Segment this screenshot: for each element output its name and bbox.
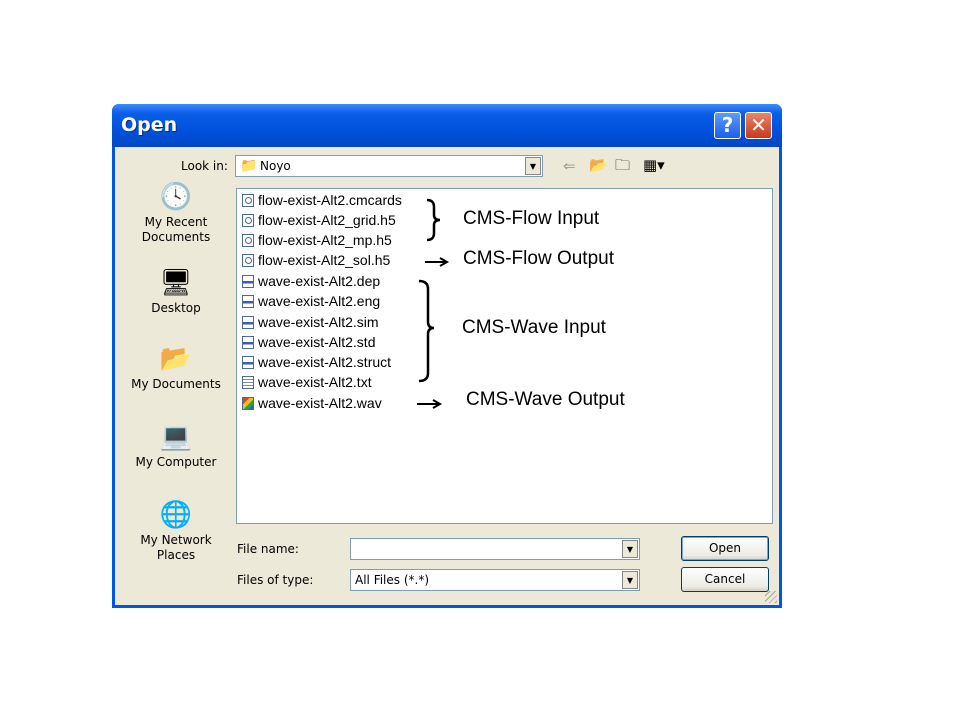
title-bar[interactable]: Open ? ✕ xyxy=(112,104,782,147)
back-icon[interactable]: ⇐ xyxy=(563,157,576,175)
look-in-dropdown-button[interactable]: ▼ xyxy=(525,157,541,175)
file-list[interactable]: flow-exist-Alt2.cmcards flow-exist-Alt2_… xyxy=(236,188,773,524)
file-name-label: File name: xyxy=(237,542,299,556)
file-type-select[interactable]: All Files (*.*) ▼ xyxy=(350,569,640,591)
file-type-label: Files of type: xyxy=(237,573,314,587)
open-dialog: Open ? ✕ Look in: Noyo 📁 ▼ ⇐ 📂 🗀 ▦▾ 🕓 My… xyxy=(112,104,782,608)
look-in-combo[interactable]: Noyo 📁 ▼ xyxy=(235,155,543,177)
place-my-documents[interactable]: 📂 My Documents xyxy=(126,343,226,392)
file-name-input[interactable]: ▼ xyxy=(350,538,640,560)
place-desktop[interactable]: 🖥 Desktop xyxy=(126,267,226,316)
new-folder-icon[interactable]: 🗀 xyxy=(615,156,630,174)
annotation-marks xyxy=(417,198,450,409)
wave-input-annotation: CMS-Wave Input xyxy=(462,317,606,338)
look-in-value: Noyo xyxy=(260,159,291,173)
place-label: My Recent Documents xyxy=(141,215,211,244)
dialog-client-area: Look in: Noyo 📁 ▼ ⇐ 📂 🗀 ▦▾ 🕓 My Recent D… xyxy=(115,147,779,605)
flow-input-brace xyxy=(426,198,441,242)
desktop-icon: 🖥 xyxy=(159,268,193,298)
recent-documents-icon: 🕓 xyxy=(159,182,193,212)
folder-icon: 📁 xyxy=(240,158,258,174)
file-type-dropdown-button[interactable]: ▼ xyxy=(622,571,638,589)
wave-output-annotation: CMS-Wave Output xyxy=(466,389,625,410)
flow-output-annotation: CMS-Flow Output xyxy=(463,248,614,269)
my-documents-icon: 📂 xyxy=(159,344,193,374)
place-label: My Documents xyxy=(131,377,221,391)
network-places-icon: 🌐 xyxy=(159,500,193,530)
place-label: My Computer xyxy=(135,455,217,469)
my-computer-icon: 💻 xyxy=(159,422,193,452)
up-folder-icon[interactable]: 📂 xyxy=(589,156,608,174)
file-name-dropdown-button[interactable]: ▼ xyxy=(622,540,638,558)
look-in-label: Look in: xyxy=(181,159,228,173)
place-my-computer[interactable]: 💻 My Computer xyxy=(126,421,226,470)
flow-output-arrow xyxy=(425,257,450,267)
help-button[interactable]: ? xyxy=(714,112,741,139)
place-network-places[interactable]: 🌐 My Network Places xyxy=(126,499,226,563)
open-button[interactable]: Open xyxy=(681,536,769,561)
flow-input-annotation: CMS-Flow Input xyxy=(463,208,600,229)
view-menu-icon[interactable]: ▦▾ xyxy=(643,156,665,174)
file-type-value: All Files (*.*) xyxy=(355,573,430,587)
place-label: Desktop xyxy=(151,301,201,315)
cancel-button[interactable]: Cancel xyxy=(681,567,769,592)
place-recent-documents[interactable]: 🕓 My Recent Documents xyxy=(126,181,226,245)
dialog-title: Open xyxy=(121,114,178,136)
wave-output-arrow xyxy=(417,399,443,409)
wave-input-brace xyxy=(418,279,435,383)
close-button[interactable]: ✕ xyxy=(745,112,772,139)
resize-grip[interactable] xyxy=(765,591,777,603)
place-label: My Network Places xyxy=(140,533,212,562)
